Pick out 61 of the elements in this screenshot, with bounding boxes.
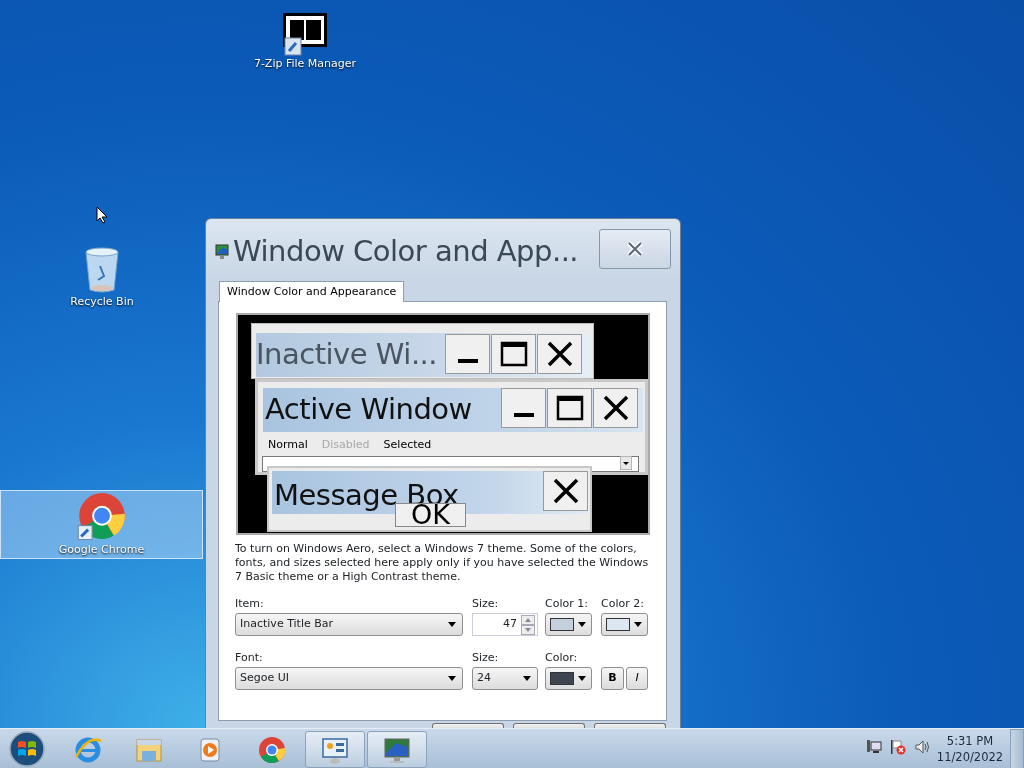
chrome-browser-icon: [75, 492, 128, 542]
window-title: Active Window: [264, 391, 472, 429]
min-button[interactable]: [445, 334, 490, 374]
number-field[interactable]: 47: [472, 613, 538, 636]
minimize-icon: [513, 413, 534, 417]
field-label: Size:: [472, 596, 499, 612]
start-orb-icon[interactable]: [7, 730, 47, 768]
caret-icon: [448, 622, 456, 627]
dropdown[interactable]: 24: [472, 667, 538, 690]
min-button[interactable]: [501, 388, 546, 428]
bold-button[interactable]: B: [601, 667, 624, 690]
caret-icon: [523, 676, 531, 681]
display-settings-icon: [215, 243, 229, 260]
field-label: Size:: [472, 650, 499, 666]
clock[interactable]: 5:31 PM 11/20/2022: [935, 732, 1005, 766]
taskbar-button[interactable]: [367, 731, 427, 768]
color-picker[interactable]: [601, 613, 648, 636]
menu-item[interactable]: Normal: [268, 437, 308, 454]
mouse-pointer-icon: [96, 206, 108, 224]
spinner-arrows-icon: [521, 614, 535, 635]
field-label: Font:: [235, 650, 263, 666]
dropdown-arrow-icon: [620, 456, 632, 470]
caret-icon: [578, 622, 586, 627]
dropdown[interactable]: Segoe UI: [235, 667, 463, 690]
network-icon[interactable]: [866, 739, 882, 755]
max-button[interactable]: [547, 388, 592, 428]
close-icon: [545, 341, 574, 367]
tab[interactable]: Window Color and Appearance: [219, 281, 405, 302]
flag-error-icon[interactable]: [890, 739, 906, 755]
close-button[interactable]: [537, 334, 582, 374]
max-button[interactable]: [491, 334, 536, 374]
caret-icon: [578, 676, 586, 681]
color-picker[interactable]: [545, 613, 592, 636]
close-icon: [601, 395, 630, 421]
field-label: Item:: [235, 596, 264, 612]
caret-icon: [448, 676, 456, 681]
description-text: To turn on Windows Aero, select a Windows 7 theme. Some of the colors, fonts, and sizes selected here apply only if you have selected the Windows 7 Basic theme or a High Contrast theme.: [235, 542, 650, 584]
maximize-icon: [555, 395, 584, 421]
field-label: Color 2:: [601, 596, 644, 612]
close-button[interactable]: [543, 471, 588, 511]
close-icon: [626, 241, 644, 257]
desktop-shortcut[interactable]: 7-Zip File Manager: [250, 12, 360, 73]
window-title: Window Color and App...: [233, 233, 579, 270]
speaker-icon[interactable]: [914, 739, 930, 755]
archive-app-icon: [282, 12, 328, 56]
caret-icon: [634, 622, 642, 627]
italic-button[interactable]: I: [626, 667, 648, 690]
menu-item[interactable]: Selected: [383, 437, 432, 454]
taskbar-button[interactable]: [305, 731, 365, 768]
close-button[interactable]: [593, 388, 638, 428]
chrome-browser-icon: [257, 734, 287, 765]
field-label: Color:: [545, 650, 578, 666]
close-icon: [551, 478, 580, 504]
window-title: Inactive Wi...: [256, 336, 438, 374]
maximize-icon: [499, 341, 528, 367]
color-picker[interactable]: [545, 667, 592, 690]
field-label: Color 1:: [545, 596, 588, 612]
dropdown[interactable]: Inactive Title Bar: [235, 613, 463, 636]
trash-bin-icon: [82, 246, 122, 294]
minimize-icon: [457, 359, 478, 363]
desktop-shortcut[interactable]: Recycle Bin: [47, 246, 157, 311]
